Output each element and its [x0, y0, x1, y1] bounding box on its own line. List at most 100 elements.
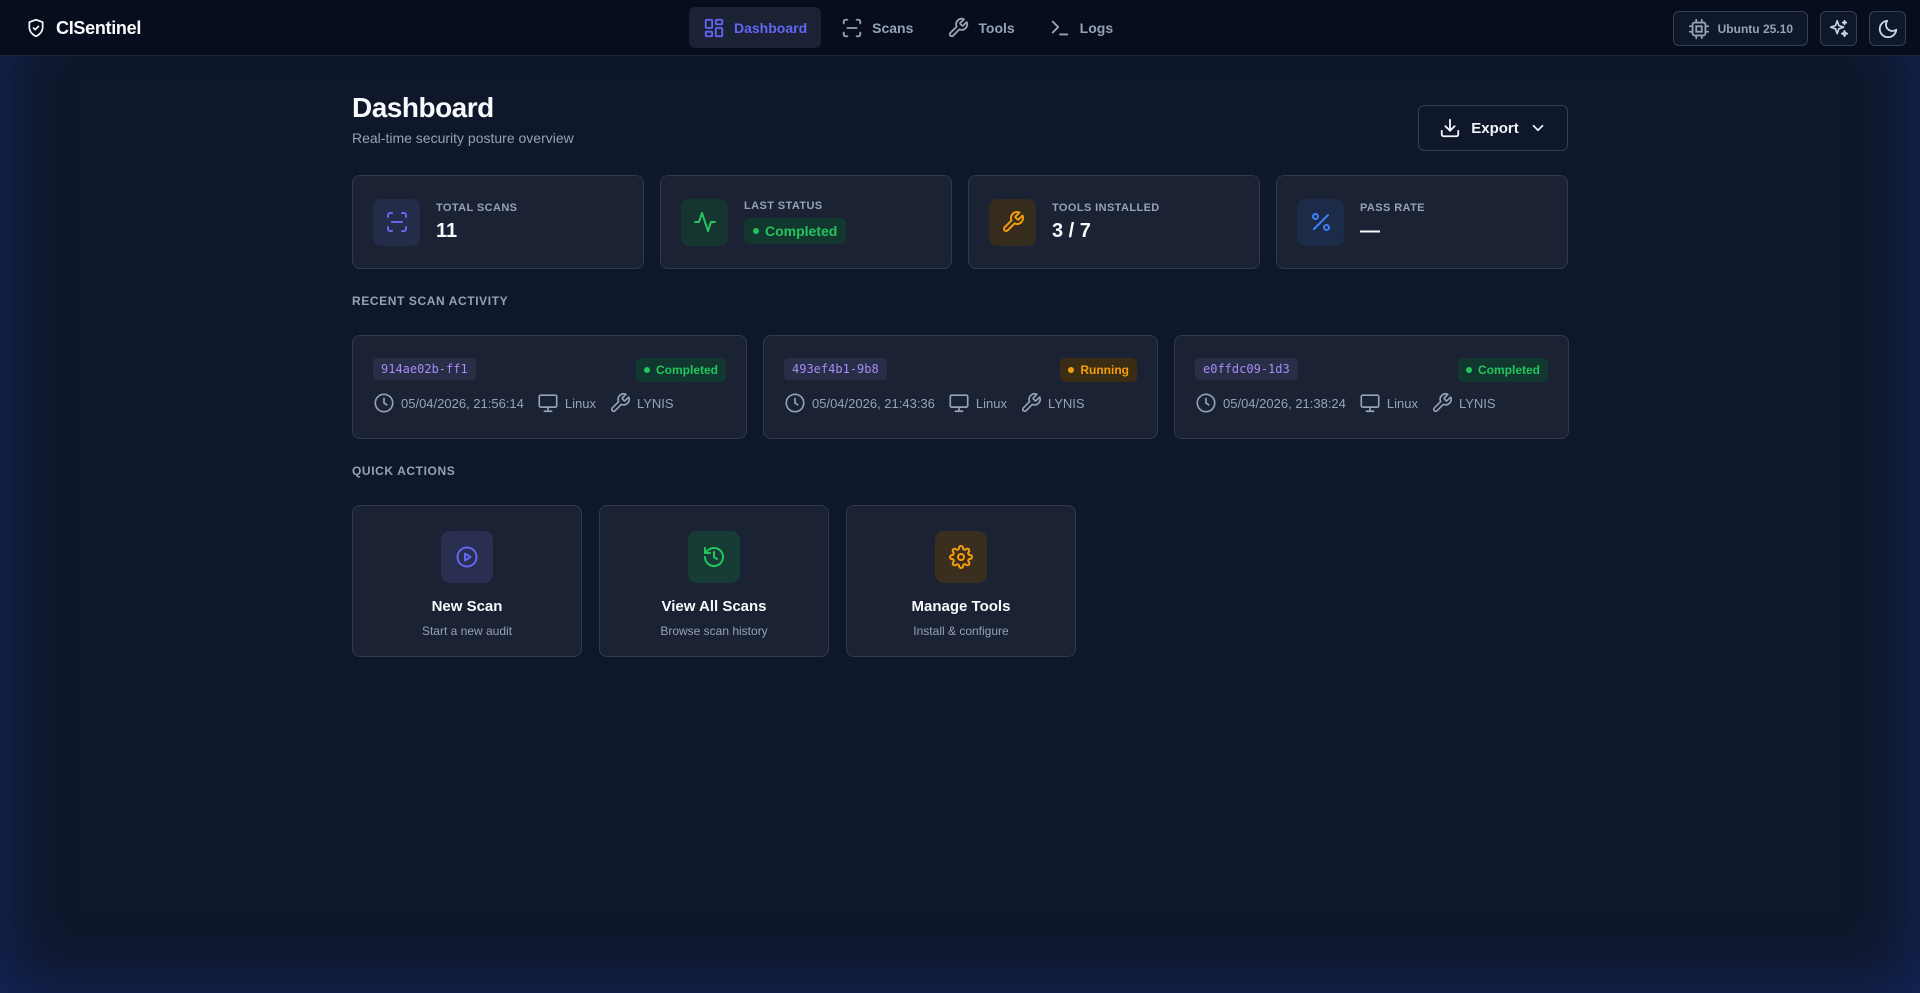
monitor-icon	[538, 394, 558, 413]
nav-tools[interactable]: Tools	[933, 7, 1028, 48]
scan-date-text: 05/04/2026, 21:38:24	[1223, 395, 1346, 411]
status-text: Completed	[765, 223, 838, 239]
scan-id: 914ae02b-ff1	[373, 358, 476, 380]
nav-dashboard[interactable]: Dashboard	[689, 7, 822, 48]
nav-dashboard-label: Dashboard	[734, 19, 808, 36]
download-icon	[1441, 118, 1460, 138]
stat-total-scans: Total Scans 11	[352, 175, 644, 269]
os-label: Ubuntu 25.10	[1717, 21, 1793, 36]
top-navbar: CISentinel Dashboard Scans Tools Logs Ub…	[0, 0, 1920, 56]
status-text: Completed	[1477, 363, 1540, 377]
scan-tool-text: LYNIS	[1047, 395, 1085, 411]
clock-icon	[1196, 393, 1216, 413]
stat-last-status: Last Status Completed	[660, 175, 952, 269]
scan-icon	[386, 212, 407, 232]
manage-tools-action[interactable]: Manage Tools Install & configure	[846, 505, 1076, 657]
status-badge: Completed	[1457, 358, 1548, 382]
stat-icon-box	[989, 198, 1036, 246]
cpu-icon	[1688, 18, 1709, 39]
status-dot	[643, 367, 650, 373]
action-icon-box	[441, 531, 493, 583]
nav-tools-label: Tools	[978, 19, 1015, 36]
sparkles-icon	[1829, 19, 1848, 37]
brand[interactable]: CISentinel	[26, 14, 141, 42]
recent-activity-list: 914ae02b-ff1 Completed 05/04/2026, 21:56…	[352, 335, 1569, 439]
action-title: Manage Tools	[911, 598, 1011, 615]
scan-meta: 05/04/2026, 21:56:14 Linux LYNIS	[373, 392, 726, 414]
scan-tool: LYNIS	[609, 392, 674, 414]
clock-icon	[374, 393, 394, 413]
stats-row: Total Scans 11 Last Status Completed Too…	[352, 175, 1568, 269]
page-title: Dashboard	[352, 92, 494, 123]
history-icon	[704, 547, 724, 567]
scan-card[interactable]: 493ef4b1-9b8 Running 05/04/2026, 21:43:3…	[763, 335, 1158, 439]
background-vignette	[0, 0, 1920, 993]
nav-scans[interactable]: Scans	[827, 7, 927, 48]
scan-os-text: Linux	[975, 395, 1007, 411]
terminal-icon	[1051, 20, 1068, 35]
status-badge: Running	[1060, 358, 1137, 382]
scan-meta: 05/04/2026, 21:38:24 Linux LYNIS	[1195, 392, 1548, 414]
chevron-down-icon	[1532, 124, 1544, 132]
scan-card[interactable]: e0ffdc09-1d3 Completed 05/04/2026, 21:38…	[1174, 335, 1569, 439]
stat-label: Pass Rate	[1360, 201, 1425, 214]
status-text: Running	[1080, 363, 1129, 377]
scan-meta: 05/04/2026, 21:43:36 Linux LYNIS	[784, 392, 1137, 414]
stat-label: Last Status	[744, 200, 823, 212]
action-subtitle: Browse scan history	[660, 624, 768, 638]
action-title: View All Scans	[661, 598, 767, 615]
brand-name: CISentinel	[56, 17, 142, 38]
quick-actions-title: Quick Actions	[352, 464, 456, 478]
export-button[interactable]: Export	[1418, 105, 1568, 151]
stat-icon-box	[1297, 198, 1344, 246]
new-scan-action[interactable]: New Scan Start a new audit	[352, 505, 582, 657]
clock-icon	[785, 393, 805, 413]
scan-os-text: Linux	[564, 395, 596, 411]
stat-label: Total Scans	[436, 201, 518, 214]
status-dot	[753, 228, 759, 234]
page-subtitle: Real-time security posture overview	[352, 130, 574, 146]
scan-tool-text: LYNIS	[636, 395, 674, 411]
monitor-icon	[949, 394, 969, 413]
shield-check-icon	[28, 18, 44, 38]
activity-icon	[693, 212, 716, 232]
scan-date: 05/04/2026, 21:43:36	[784, 392, 935, 414]
stat-icon-box	[681, 198, 728, 246]
scan-os-text: Linux	[1386, 395, 1418, 411]
nav-logs[interactable]: Logs	[1035, 7, 1127, 48]
status-text: Completed	[655, 363, 718, 377]
scan-tool: LYNIS	[1020, 392, 1085, 414]
monitor-icon	[1360, 394, 1380, 413]
stat-label: Tools Installed	[1052, 201, 1160, 214]
os-indicator[interactable]: Ubuntu 25.10	[1672, 11, 1808, 46]
wrench-icon	[610, 393, 630, 413]
scan-id: e0ffdc09-1d3	[1195, 358, 1298, 380]
recent-activity-title: Recent Scan Activity	[352, 294, 509, 308]
scan-icon	[842, 18, 862, 37]
dashboard-icon	[704, 18, 724, 37]
theme-toggle-button[interactable]	[1869, 11, 1906, 46]
status-badge: Completed	[635, 358, 726, 382]
scan-date: 05/04/2026, 21:56:14	[373, 392, 524, 414]
action-subtitle: Start a new audit	[421, 624, 513, 638]
scan-date: 05/04/2026, 21:38:24	[1195, 392, 1346, 414]
wrench-icon	[949, 17, 969, 37]
scan-id: 493ef4b1-9b8	[784, 358, 887, 380]
nav-logs-label: Logs	[1079, 19, 1114, 36]
status-dot	[1465, 367, 1472, 373]
quick-actions: New Scan Start a new audit View All Scan…	[352, 505, 1076, 657]
action-icon-box	[935, 531, 987, 583]
scan-tool: LYNIS	[1431, 392, 1496, 414]
ai-assistant-button[interactable]	[1820, 11, 1857, 46]
stat-pass-rate: Pass Rate —	[1276, 175, 1568, 269]
view-all-scans-action[interactable]: View All Scans Browse scan history	[599, 505, 829, 657]
export-label: Export	[1471, 119, 1519, 137]
scan-os: Linux	[948, 392, 1007, 414]
scan-card[interactable]: 914ae02b-ff1 Completed 05/04/2026, 21:56…	[352, 335, 747, 439]
scan-tool-text: LYNIS	[1458, 395, 1496, 411]
stat-value: —	[1360, 219, 1380, 242]
moon-icon	[1878, 19, 1897, 38]
nav-scans-label: Scans	[872, 19, 914, 36]
wrench-icon	[1002, 211, 1024, 232]
scan-os: Linux	[537, 392, 596, 414]
